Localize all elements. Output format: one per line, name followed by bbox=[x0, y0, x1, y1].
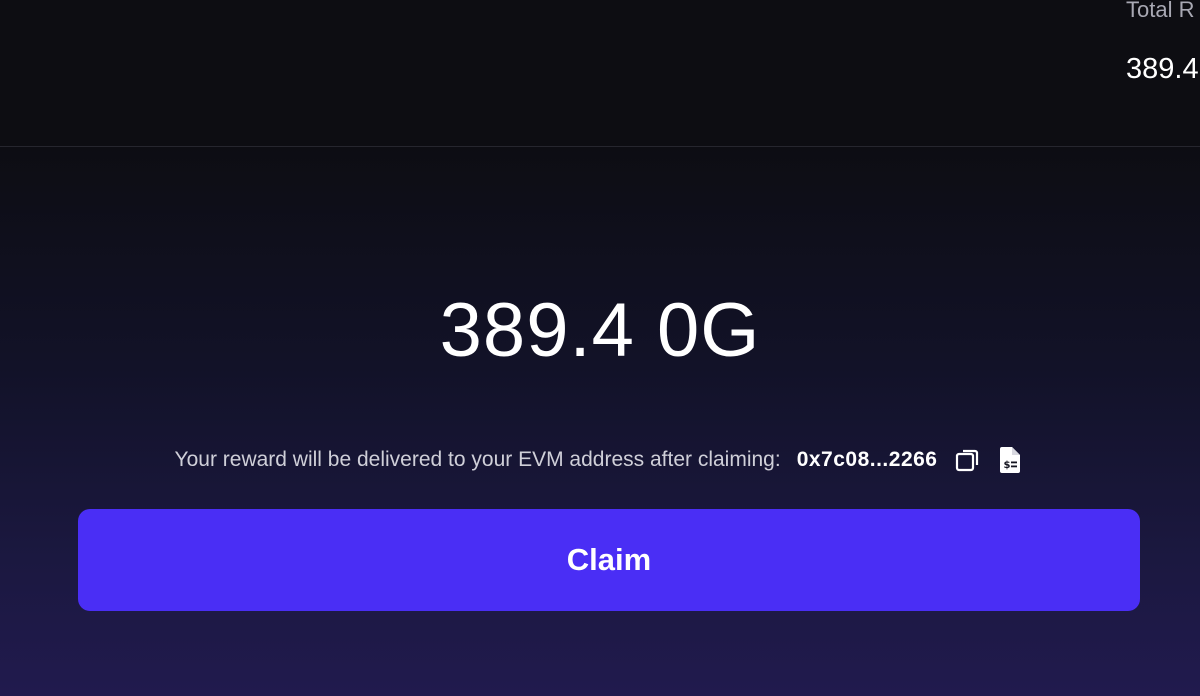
svg-text:$: $ bbox=[1004, 460, 1011, 471]
evm-address: 0x7c08...2266 bbox=[796, 448, 938, 471]
rewards-page: Total R 389.4 389.4 0G Your reward will … bbox=[0, 0, 1200, 696]
delivery-notice-text: Your reward will be delivered to your EV… bbox=[174, 448, 781, 471]
total-rewards-label: Total R bbox=[1126, 0, 1195, 22]
dollar-document-icon[interactable]: $ bbox=[995, 445, 1025, 475]
stats-panel: Total R 389.4 bbox=[0, 0, 1200, 147]
reward-amount: 389.4 0G bbox=[439, 288, 761, 373]
total-rewards-value: 389.4 bbox=[1126, 53, 1199, 85]
claim-panel: 389.4 0G Your reward will be delivered t… bbox=[0, 147, 1200, 696]
claim-button[interactable]: Claim bbox=[78, 509, 1140, 611]
delivery-notice: Your reward will be delivered to your EV… bbox=[0, 442, 1200, 478]
copy-icon[interactable] bbox=[953, 445, 983, 475]
